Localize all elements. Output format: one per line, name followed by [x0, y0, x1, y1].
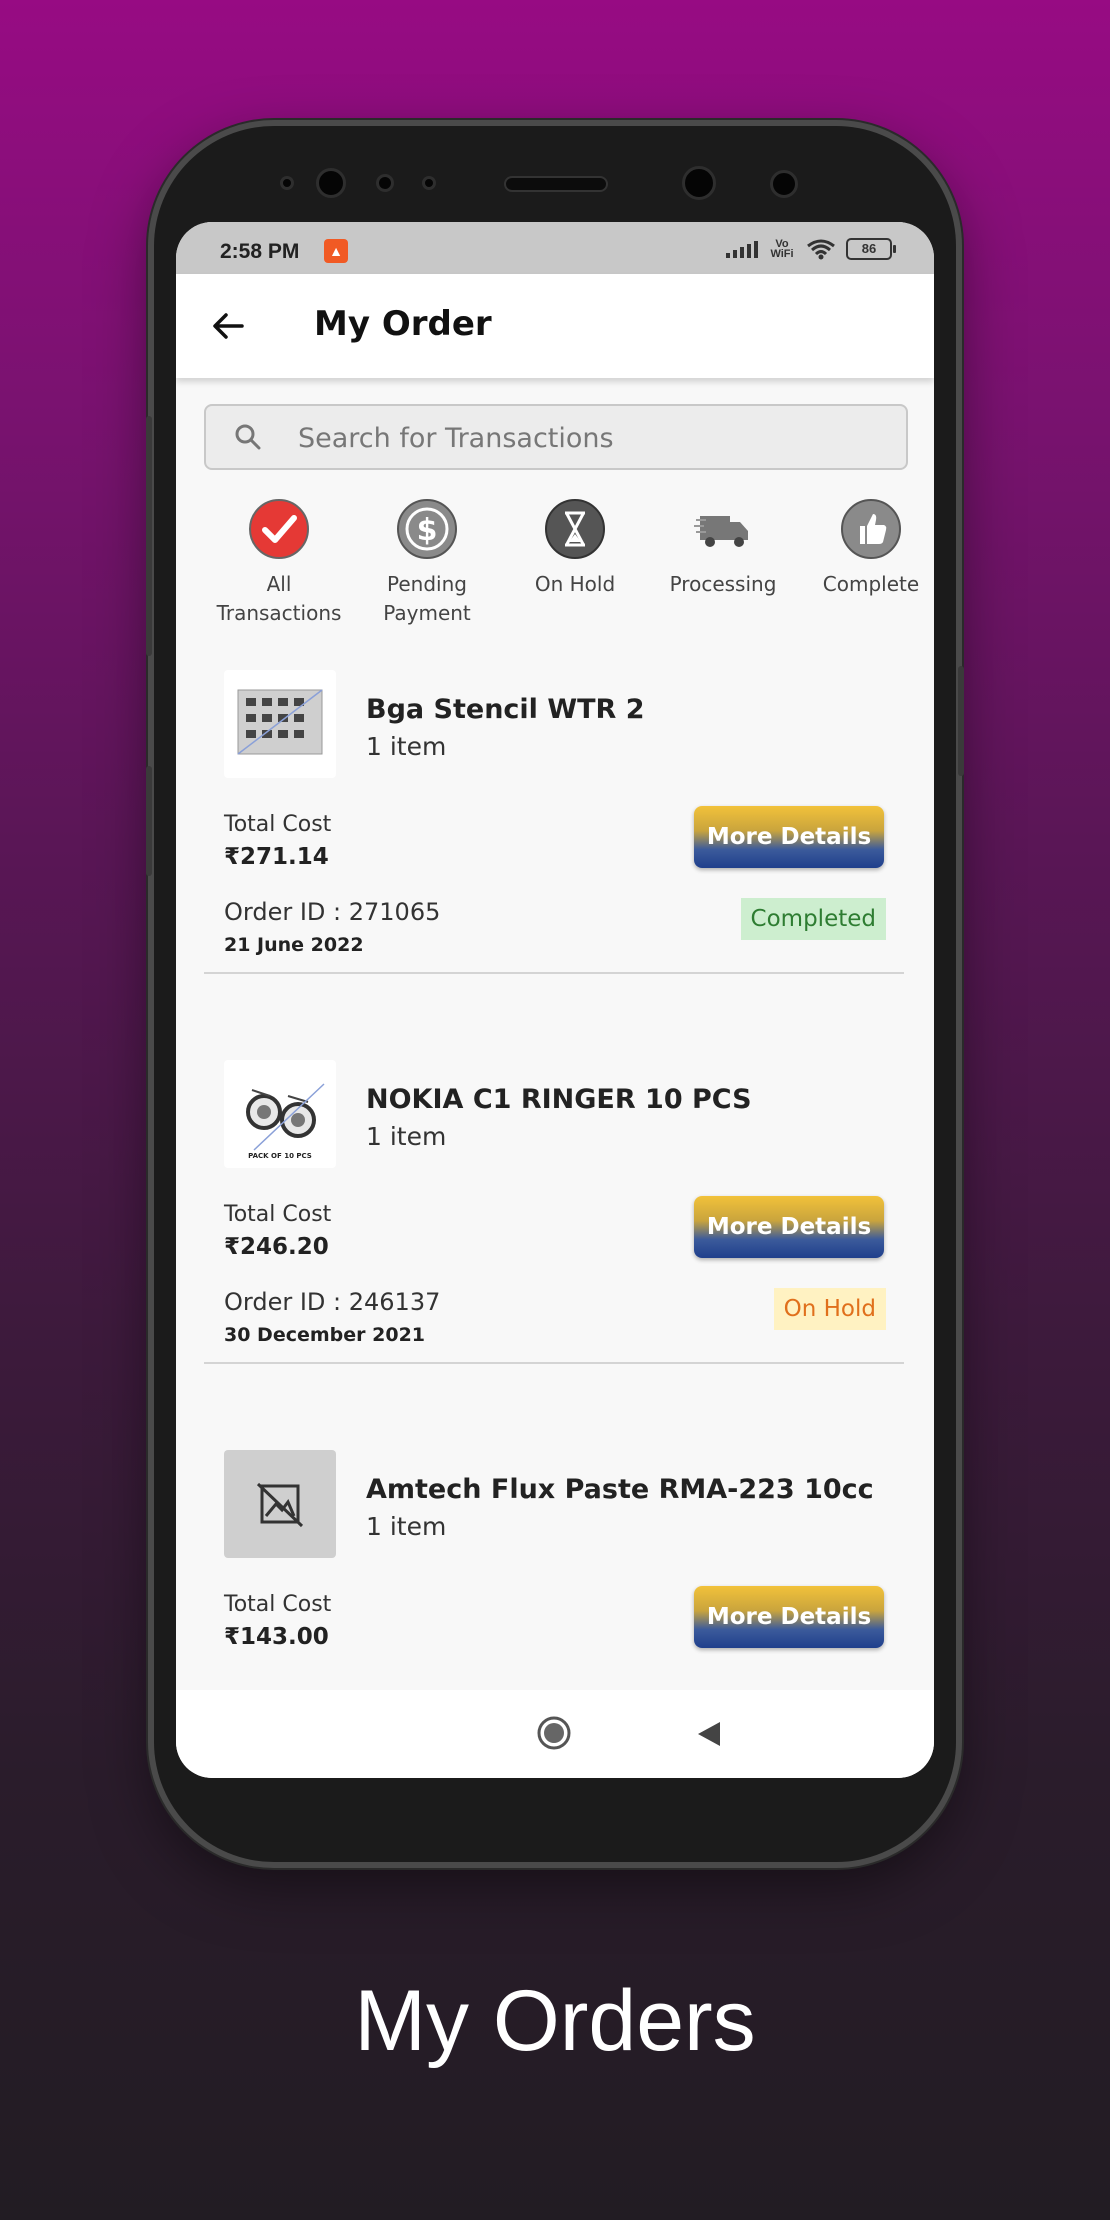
total-cost-label: Total Cost	[224, 812, 332, 837]
phone-side-button	[146, 416, 152, 656]
filter-label: Processing	[669, 572, 777, 596]
sensor-icon	[422, 176, 436, 190]
filter-complete[interactable]: Complete	[796, 498, 934, 599]
product-thumbnail	[224, 670, 336, 778]
filter-label: All Transactions	[216, 572, 342, 625]
svg-text:PACK OF 10 PCS: PACK OF 10 PCS	[248, 1152, 312, 1160]
order-divider	[204, 1362, 904, 1364]
total-cost-value: ₹143.00	[224, 1624, 329, 1650]
thumbs-up-icon	[841, 499, 901, 559]
stencil-image	[237, 689, 323, 755]
item-count: 1 item	[366, 1122, 447, 1151]
order-date: 21 June 2022	[224, 934, 364, 956]
status-badge: On Hold	[773, 1288, 886, 1330]
total-cost-label: Total Cost	[224, 1592, 332, 1617]
search-icon	[235, 424, 261, 450]
filter-processing[interactable]: Processing	[648, 498, 798, 599]
ringer-image: PACK OF 10 PCS	[246, 1083, 325, 1160]
filter-label: On Hold	[534, 572, 616, 596]
signal-icon	[726, 240, 758, 258]
back-arrow-icon[interactable]	[206, 304, 250, 348]
product-name: NOKIA C1 RINGER 10 PCS	[366, 1084, 752, 1115]
status-bar: 2:58 PM ▲ Vo WiFi 86	[176, 222, 934, 274]
order-id: Order ID : 246137	[224, 1288, 441, 1316]
front-camera-icon	[682, 166, 716, 200]
filter-pending-payment[interactable]: $ Pending Payment	[352, 498, 502, 628]
front-camera-icon	[316, 168, 346, 198]
front-camera-icon	[770, 170, 798, 198]
order-id: Order ID : 271065	[224, 898, 441, 926]
item-count: 1 item	[366, 732, 447, 761]
more-details-button[interactable]: More Details	[694, 1586, 884, 1648]
sensor-icon	[376, 174, 394, 192]
search-placeholder: Search for Transactions	[298, 423, 614, 454]
back-triangle-icon[interactable]	[696, 1720, 722, 1748]
svg-text:$: $	[417, 513, 438, 548]
total-cost-label: Total Cost	[224, 1202, 332, 1227]
phone-side-button	[958, 666, 964, 776]
search-field[interactable]: Search for Transactions	[204, 404, 908, 470]
product-name: Amtech Flux Paste RMA-223 10cc	[366, 1474, 874, 1505]
image-unavailable-icon	[256, 1482, 304, 1528]
item-count: 1 item	[366, 1512, 447, 1541]
truck-icon	[694, 516, 748, 547]
status-badge: Completed	[740, 898, 886, 940]
wifi-icon	[807, 239, 835, 260]
status-filter-bar: All Transactions $ Pending Payment On Hold	[176, 498, 934, 638]
vowifi-label: Vo WiFi	[770, 238, 794, 260]
filter-label: Pending Payment	[383, 572, 471, 625]
filter-label: Complete	[822, 572, 920, 596]
order-date: 30 December 2021	[224, 1324, 426, 1346]
promo-caption: My Orders	[354, 1973, 756, 2069]
home-icon[interactable]	[537, 1716, 571, 1750]
total-cost-value: ₹271.14	[224, 844, 329, 870]
more-details-button[interactable]: More Details	[694, 1196, 884, 1258]
total-cost-value: ₹246.20	[224, 1234, 329, 1260]
app-screen: 2:58 PM ▲ Vo WiFi 86 My Order Search for…	[176, 222, 934, 1778]
phone-frame: 2:58 PM ▲ Vo WiFi 86 My Order Search for…	[146, 126, 964, 1862]
app-bar: My Order	[176, 274, 934, 378]
page-title: My Order	[314, 304, 492, 344]
dollar-icon: $	[397, 499, 457, 559]
order-divider	[204, 972, 904, 974]
filter-on-hold[interactable]: On Hold	[500, 498, 650, 599]
sensor-icon	[280, 176, 294, 190]
product-thumbnail: PACK OF 10 PCS	[224, 1060, 336, 1168]
product-name: Bga Stencil WTR 2	[366, 694, 645, 725]
earpiece-speaker	[504, 176, 608, 192]
hourglass-icon	[545, 499, 605, 559]
more-details-button[interactable]: More Details	[694, 806, 884, 868]
product-thumbnail	[224, 1450, 336, 1558]
phone-side-button	[146, 766, 152, 876]
status-icons: Vo WiFi 86	[726, 238, 896, 260]
battery-icon: 86	[846, 238, 896, 260]
filter-all-transactions[interactable]: All Transactions	[204, 498, 354, 628]
check-circle-icon	[249, 499, 309, 559]
notification-icon: ▲	[324, 239, 348, 263]
system-nav-bar	[176, 1690, 934, 1778]
status-time: 2:58 PM	[220, 240, 300, 263]
